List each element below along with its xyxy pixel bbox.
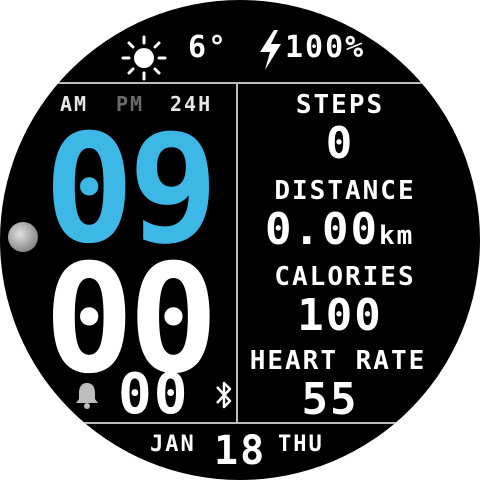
distance-value: 0.00km xyxy=(265,204,445,255)
heart-rate-value: 55 xyxy=(301,374,359,425)
steps-label: STEPS xyxy=(295,90,385,120)
heart-rate-label: HEART RATE xyxy=(249,346,427,376)
date-day: 18 xyxy=(214,428,267,474)
temperature: 6° xyxy=(188,30,229,65)
distance-unit: km xyxy=(378,221,415,251)
steps-value: 0 xyxy=(325,118,355,169)
bolt-icon xyxy=(260,30,281,70)
bell-icon xyxy=(76,383,98,409)
battery-percent: 100% xyxy=(285,30,366,65)
top-divider xyxy=(30,82,450,84)
calories-value: 100 xyxy=(297,290,383,341)
watch-face: 6° 100% AM PM 24H 09 00 00 STEPS 0 DISTA… xyxy=(0,0,480,480)
seconds: 00 xyxy=(118,362,190,427)
sun-icon xyxy=(121,35,167,81)
bluetooth-icon xyxy=(216,381,232,409)
date-month: JAN xyxy=(150,432,196,457)
distance-label: DISTANCE xyxy=(274,176,416,206)
distance-number: 0.00 xyxy=(265,204,379,255)
moon-icon xyxy=(8,222,38,252)
calories-label: CALORIES xyxy=(274,262,416,292)
date-weekday: THU xyxy=(278,432,324,457)
